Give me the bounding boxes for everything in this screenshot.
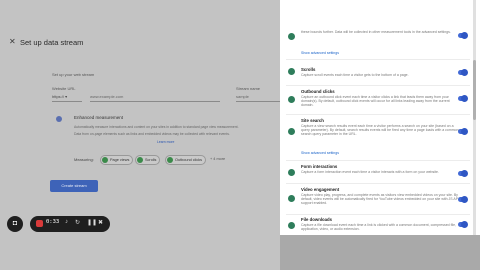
chip-label: Page views: [110, 158, 130, 162]
recording-timer: 0:33: [46, 219, 60, 225]
chip-scrolls: Scrolls: [135, 155, 161, 165]
row-desc-form-interactions: Capture a form interaction event each ti…: [301, 170, 439, 174]
divider: [286, 160, 470, 161]
divider: [286, 85, 470, 86]
chip-label: Outbound clicks: [175, 158, 203, 162]
pause-icon[interactable]: ❚❚: [87, 219, 97, 226]
protocol-select[interactable]: https:// ▾: [52, 92, 82, 102]
row-title-site-search: Site search: [301, 118, 324, 123]
delete-icon[interactable]: ✖: [98, 219, 103, 226]
toggle-outbound-clicks[interactable]: [458, 95, 468, 102]
row-title-scrolls: Scrolls: [301, 67, 316, 72]
stream-name-input[interactable]: sample: [236, 92, 280, 102]
toggle-file-downloads[interactable]: [458, 221, 468, 228]
card-heading: Set up your web stream: [52, 72, 95, 77]
scrolls-icon: [288, 68, 295, 75]
divider: [286, 214, 470, 215]
row-desc-scrolls: Capture scroll events each time a visito…: [301, 73, 409, 77]
name-label: Stream name: [236, 86, 261, 91]
panel-scrollbar-thumb[interactable]: [473, 60, 476, 120]
protocol-value: https://: [52, 94, 65, 99]
enhanced-desc: Automatically measure interactions and c…: [74, 125, 239, 129]
url-input[interactable]: www.example.com: [90, 92, 220, 102]
restart-icon[interactable]: ↻: [75, 219, 80, 226]
learn-more-link[interactable]: Learn more: [157, 140, 174, 144]
divider: [286, 183, 470, 184]
toggle-page-views[interactable]: [458, 32, 468, 39]
form-interactions-icon: [288, 169, 295, 176]
chip-page-views: Page views: [100, 155, 134, 165]
video-engagement-icon: [288, 195, 295, 202]
row-title-outbound-clicks: Outbound clicks: [301, 89, 335, 94]
check-icon: [167, 157, 173, 163]
site-search-icon: [288, 128, 295, 135]
more-chips: + 4 more: [210, 157, 226, 161]
row-title-video-engagement: Video engagement: [301, 187, 340, 192]
row-desc-site-search: Capture a view search results event each…: [301, 124, 459, 137]
mic-icon[interactable]: ♪: [65, 219, 68, 225]
outbound-clicks-icon: [288, 96, 295, 103]
close-icon[interactable]: ✕: [9, 37, 16, 46]
enhanced-title: Enhanced measurement: [74, 115, 124, 120]
sparkle-icon: [56, 116, 62, 122]
page-views-icon: [288, 33, 295, 40]
page-title: Set up data stream: [20, 38, 84, 47]
enhanced-desc-2: Data from on-page elements such as links…: [74, 132, 230, 136]
divider: [286, 59, 470, 60]
create-stream-button[interactable]: Create stream: [50, 180, 98, 192]
divider: [286, 114, 470, 115]
row-title-file-downloads: File downloads: [301, 217, 333, 222]
measuring-label: Measuring:: [74, 157, 94, 162]
row-desc-outbound-clicks: Capture an outbound click event each tim…: [301, 95, 450, 108]
chip-outbound-clicks: Outbound clicks: [165, 155, 207, 165]
stop-recording-icon[interactable]: [36, 220, 43, 227]
row-desc-video-engagement: Capture video play, progress, and comple…: [301, 193, 460, 206]
top-desc: these bounds further. Data will be colle…: [301, 30, 451, 34]
check-icon: [102, 157, 108, 163]
toggle-scrolls[interactable]: [458, 69, 468, 76]
file-downloads-icon: [288, 222, 295, 229]
check-icon: [137, 157, 143, 163]
toggle-video-engagement[interactable]: [458, 196, 468, 203]
chip-label: Scrolls: [145, 158, 157, 162]
site-search-advanced-link[interactable]: Show advanced settings: [301, 151, 339, 155]
url-label: Website URL: [52, 86, 76, 91]
toggle-form-interactions[interactable]: [458, 170, 468, 177]
camera-icon[interactable]: ◘: [7, 216, 23, 232]
row-title-form-interactions: Form interactions: [301, 164, 338, 169]
toggle-site-search[interactable]: [458, 128, 468, 135]
row-desc-file-downloads: Capture a file download event each time …: [301, 223, 457, 232]
show-advanced-settings-link[interactable]: Show advanced settings: [301, 51, 339, 55]
